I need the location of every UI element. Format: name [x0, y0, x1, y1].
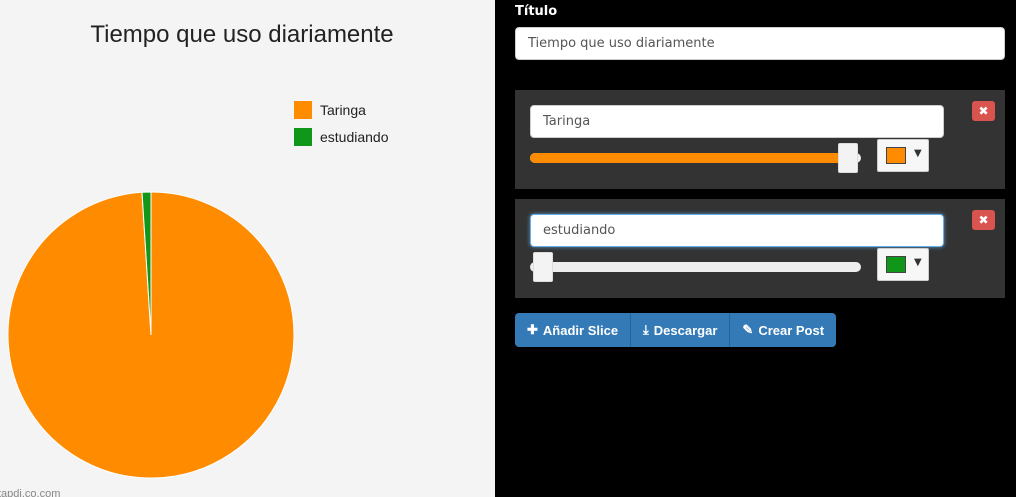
- legend-label: Taringa: [320, 102, 366, 118]
- color-picker[interactable]: ▼: [877, 248, 929, 281]
- color-swatch: [886, 256, 906, 273]
- legend-swatch: [294, 128, 312, 146]
- remove-slice-button[interactable]: ✖: [972, 101, 995, 121]
- slider-handle[interactable]: [533, 252, 553, 282]
- create-post-label: Crear Post: [758, 322, 825, 338]
- slice-card: ✖ ▼: [515, 199, 1005, 298]
- chart-editor: Título ✖ ▼ ✖ ▼ ✚ Añadir Sl: [515, 0, 1005, 497]
- caret-down-icon: ▼: [914, 148, 922, 159]
- download-icon: ⤓: [643, 322, 649, 337]
- slider-handle[interactable]: [838, 143, 858, 173]
- title-label: Título: [515, 4, 558, 19]
- title-input[interactable]: [515, 27, 1005, 60]
- slice-value-slider[interactable]: [530, 252, 861, 282]
- action-button-group: ✚ Añadir Slice ⤓ Descargar ✎ Crear Post: [515, 313, 837, 347]
- download-button[interactable]: ⤓ Descargar: [631, 313, 731, 347]
- slice-name-input[interactable]: [530, 105, 944, 138]
- pencil-icon: ✎: [742, 322, 754, 337]
- chart-panel: Tiempo que uso diariamente Taringa estudi…: [0, 0, 495, 497]
- legend-label: estudiando: [320, 129, 389, 145]
- chart-title: Tiempo que uso diariamente: [90, 21, 393, 48]
- color-swatch: [886, 147, 906, 164]
- color-picker[interactable]: ▼: [877, 139, 929, 172]
- caret-down-icon: ▼: [914, 257, 922, 268]
- legend-swatch: [294, 101, 312, 119]
- close-icon: ✖: [978, 213, 989, 227]
- slice-card: ✖ ▼: [515, 90, 1005, 189]
- close-icon: ✖: [978, 104, 989, 118]
- pie-chart: Tiempo que uso diariamente Taringa estudi…: [0, 21, 394, 497]
- remove-slice-button[interactable]: ✖: [972, 210, 995, 230]
- add-slice-label: Añadir Slice: [542, 322, 619, 338]
- slider-fill: [530, 153, 848, 163]
- watermark: tapdi.co.com: [0, 488, 60, 497]
- slice-value-slider[interactable]: [530, 143, 861, 173]
- plus-icon: ✚: [527, 322, 538, 337]
- create-post-button[interactable]: ✎ Crear Post: [730, 313, 837, 347]
- slice-name-input[interactable]: [530, 214, 944, 247]
- add-slice-button[interactable]: ✚ Añadir Slice: [515, 313, 632, 347]
- download-label: Descargar: [653, 322, 718, 338]
